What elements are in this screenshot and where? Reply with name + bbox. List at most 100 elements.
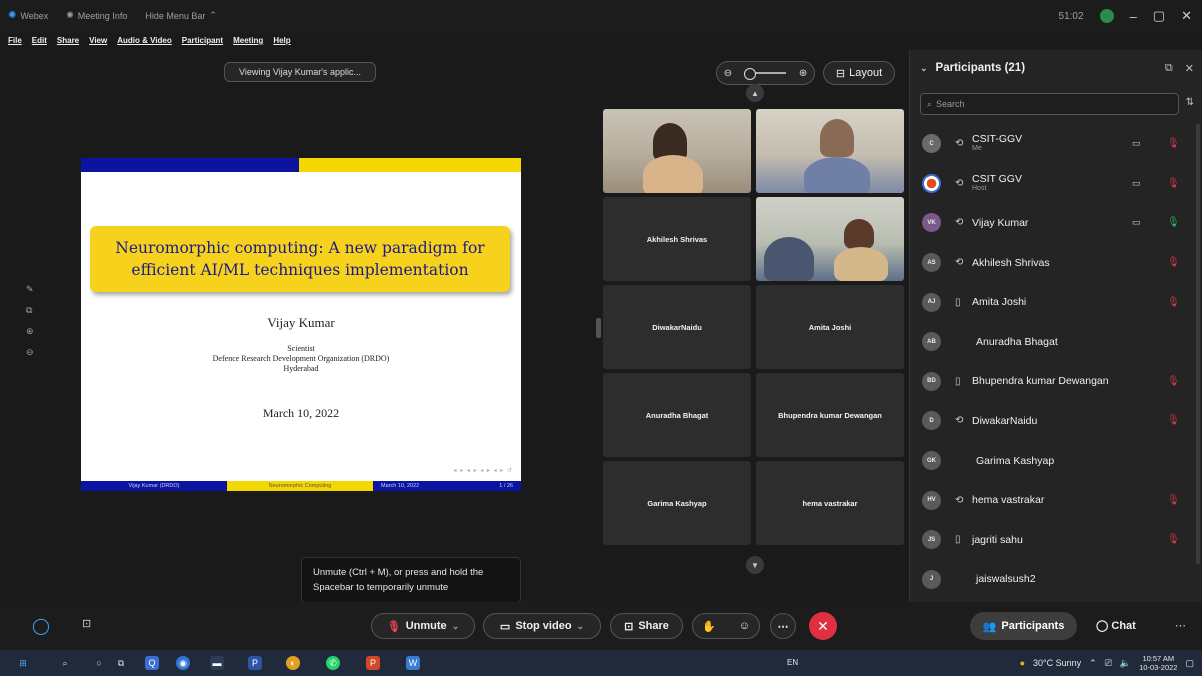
volume-icon[interactable]: 🔈 [1120,658,1131,669]
participant-row[interactable]: GK Garima Kashyap [910,441,1196,481]
chat-button[interactable]: ◯ Chat [1096,619,1136,632]
participant-row[interactable]: J jaiswalsush2 [910,560,1196,600]
leave-meeting-button[interactable]: ✕ [809,612,837,640]
close-window-button[interactable]: ✕ [1181,8,1192,24]
video-scroll-down-button[interactable]: ▼ [746,556,764,574]
more-options-button[interactable]: ⋯ [770,613,796,639]
participant-search-input[interactable]: ⌕ Search [920,93,1179,115]
unmute-button[interactable]: 🎙 Unmute ⌄ [371,613,475,639]
mic-muted-icon[interactable]: 🎙 [1167,376,1180,387]
meeting-info-button[interactable]: ✺ Meeting Info [66,10,127,21]
viewing-share-pill[interactable]: Viewing Vijay Kumar's applic... [224,62,376,82]
hide-menu-bar-button[interactable]: Hide Menu Bar ⌃ [145,10,217,21]
video-tile[interactable]: Akhilesh Shrivas [603,197,751,281]
participant-row[interactable]: HV ⟲ hema vastrakar 🎙 [910,480,1196,520]
weather-widget[interactable]: 30°C Sunny [1033,658,1081,668]
video-tile[interactable]: Anuradha Bhagat [603,373,751,457]
mic-muted-icon[interactable]: 🎙 [1167,297,1180,308]
share-button[interactable]: ⊡ Share [610,613,683,639]
participant-row[interactable]: AS ⟲ Akhilesh Shrivas 🎙 [910,243,1196,283]
zoom-app-icon[interactable]: Q [145,656,159,670]
fit-screen-icon[interactable]: ⧉ [26,305,34,316]
chrome-app-icon[interactable]: ◐ [286,656,300,670]
participant-row[interactable]: C ⟲ CSIT-GGV Me ▭ 🎙 [910,124,1196,164]
zoom-in-icon[interactable]: ⊕ [799,68,807,79]
menu-help[interactable]: Help [273,36,290,45]
search-icon[interactable]: ⌕ [58,656,72,670]
splitter-handle[interactable] [596,318,601,338]
zoom-slider[interactable] [743,68,786,80]
participant-row[interactable]: BD ▯ Bhupendra kumar Dewangan 🎙 [910,362,1196,402]
participant-row[interactable]: VK ⟲ Vijay Kumar ▭ 🎙 [910,203,1196,243]
webex-assistant-icon[interactable]: ◯ [32,616,50,636]
maps-app-icon[interactable]: ◉ [176,656,190,670]
mic-on-icon[interactable]: 🎙 [1167,217,1180,228]
sort-icon[interactable]: ⇅ [1186,97,1194,108]
camera-icon[interactable]: ▭ [1132,178,1141,189]
participant-row[interactable]: AB Anuradha Bhagat [910,322,1196,362]
mic-muted-icon[interactable]: 🎙 [1167,415,1180,426]
video-tile[interactable] [756,109,904,193]
captions-icon[interactable]: ⊡ [82,617,91,630]
network-icon[interactable]: ⎚ [1105,658,1112,669]
participants-button[interactable]: 👥 Participants [970,612,1077,640]
close-icon[interactable]: ✕ [1185,62,1194,75]
search-icon: ⌕ [927,98,933,109]
chevron-up-icon[interactable]: ⌃ [1089,658,1097,669]
menu-file[interactable]: File [8,36,22,45]
participant-row[interactable]: ⟲ CSIT GGV Host ▭ 🎙 [910,164,1196,204]
panel-scrollbar[interactable] [1196,124,1200,564]
annotate-icon[interactable]: ✎ [26,284,34,295]
photoshop-app-icon[interactable]: P [248,656,262,670]
participants-header[interactable]: ⌄ Participants (21) [920,62,1025,74]
raise-hand-icon[interactable]: ✋ [702,620,716,633]
mic-muted-icon[interactable]: 🎙 [1167,178,1180,189]
menu-meeting[interactable]: Meeting [233,36,263,45]
pop-out-icon[interactable]: ⧉ [1165,62,1173,75]
video-tile[interactable]: Amita Joshi [756,285,904,369]
zoom-out-icon[interactable]: ⊖ [26,347,34,358]
video-zoom-control[interactable]: ⊖ ⊕ [716,61,815,85]
mic-muted-icon[interactable]: 🎙 [1167,138,1180,149]
menu-participant[interactable]: Participant [182,36,223,45]
participant-row[interactable]: D ⟲ DiwakarNaidu 🎙 [910,401,1196,441]
video-tile[interactable]: hema vastrakar [756,461,904,545]
notifications-icon[interactable]: ▢ [1185,658,1194,669]
zoom-out-icon[interactable]: ⊖ [724,68,732,79]
menu-audio-video[interactable]: Audio & Video [117,36,172,45]
video-tile[interactable]: Garima Kashyap [603,461,751,545]
menu-share[interactable]: Share [57,36,79,45]
chevron-down-icon[interactable]: ⌄ [577,621,585,632]
mic-muted-icon[interactable]: 🎙 [1167,495,1180,506]
powerpoint-app-icon[interactable]: P [366,656,380,670]
panel-more-button[interactable]: ⋯ [1175,619,1186,632]
video-tile[interactable] [603,109,751,193]
webex-app-icon[interactable]: W [406,656,420,670]
video-tile[interactable] [756,197,904,281]
minimize-button[interactable]: – [1130,9,1137,24]
system-clock[interactable]: 10:57 AM 10-03-2022 [1139,654,1177,672]
menu-view[interactable]: View [89,36,107,45]
restore-button[interactable]: ▢ [1153,8,1165,24]
participant-row[interactable]: AJ ▯ Amita Joshi 🎙 [910,282,1196,322]
emoji-icon[interactable]: ☺ [739,620,750,632]
windows-start-icon[interactable]: ⊞ [16,656,30,670]
video-tile[interactable]: Bhupendra kumar Dewangan [756,373,904,457]
stop-video-button[interactable]: ▭ Stop video ⌄ [483,613,601,639]
layout-button[interactable]: ⊟ Layout [823,61,895,85]
cortana-icon[interactable]: ○ [92,656,106,670]
task-view-icon[interactable]: ⧉ [114,656,128,670]
camera-icon[interactable]: ▭ [1132,217,1141,228]
chevron-down-icon[interactable]: ⌄ [452,621,460,632]
video-tile[interactable]: DiwakarNaidu [603,285,751,369]
zoom-in-icon[interactable]: ⊕ [26,326,34,337]
participant-row[interactable]: JS ▯ jagriti sahu 🎙 [910,520,1196,560]
notes-app-icon[interactable]: ▬ [210,656,224,670]
mic-muted-icon[interactable]: 🎙 [1167,534,1180,545]
menu-edit[interactable]: Edit [32,36,47,45]
whatsapp-app-icon[interactable]: ✆ [326,656,340,670]
language-indicator[interactable]: EN [787,658,798,667]
mic-muted-icon[interactable]: 🎙 [1167,257,1180,268]
camera-icon[interactable]: ▭ [1132,138,1141,149]
video-scroll-up-button[interactable]: ▲ [746,84,764,102]
